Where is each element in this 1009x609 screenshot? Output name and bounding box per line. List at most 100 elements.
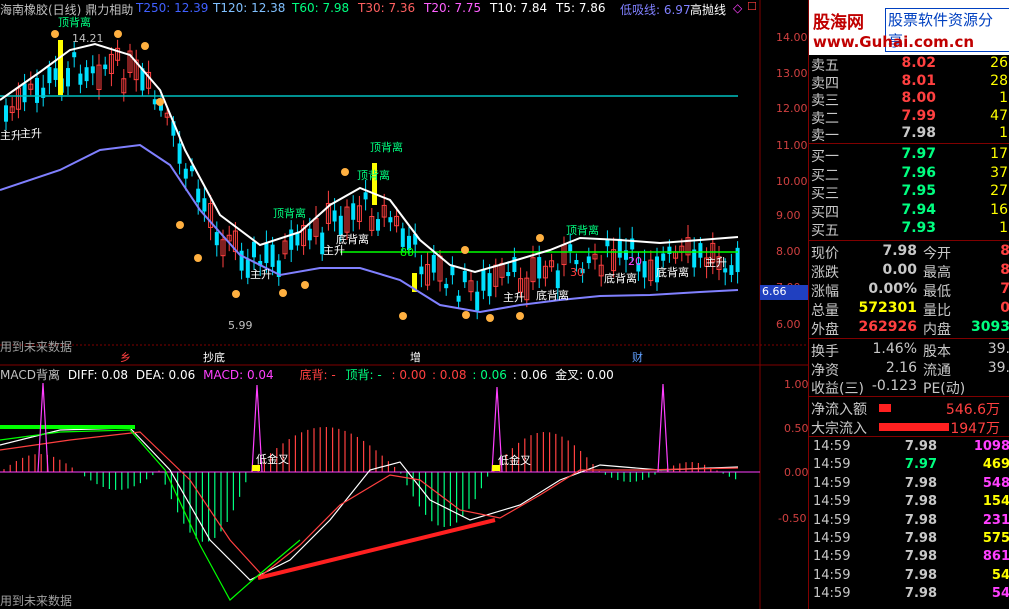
- main-up-label-3: 主升: [250, 268, 272, 281]
- bottom-diverge-label-3: 底背离: [604, 272, 637, 285]
- ask-row[interactable]: 卖三 8.00 1: [809, 90, 1009, 109]
- indicator-name: 鼎力相助: [85, 3, 134, 17]
- macd-value: MACD: 0.04: [203, 368, 274, 382]
- main-up-label-2: 主升: [20, 127, 42, 140]
- hand-icon: [51, 30, 59, 38]
- tick-row[interactable]: 14:59 7.98 861: [809, 549, 1009, 567]
- hand-icon: [516, 312, 524, 320]
- candle-body: [177, 143, 182, 164]
- kline-chart-area[interactable]: 海南橡胶(日线) 鼎力相助 T250: 12.39 T120: 12.38 T6…: [0, 0, 808, 609]
- hand-icon: [141, 42, 149, 50]
- macd-histogram: [3, 427, 737, 542]
- candle-body: [661, 253, 666, 261]
- stat2-value: -0.123: [871, 378, 917, 394]
- candle-body: [351, 203, 356, 220]
- tick-price: 7.98: [904, 549, 937, 565]
- ask-volume: 1: [999, 90, 1008, 107]
- candle-body: [22, 83, 27, 103]
- price-tick-6: 6.00: [776, 318, 801, 331]
- candle-body: [481, 269, 486, 291]
- tick-volume: 154: [982, 494, 1009, 510]
- bid-price: 7.97: [901, 146, 936, 162]
- tick-time: 14:59: [813, 439, 851, 454]
- macd-v2: : 0.08: [431, 368, 467, 382]
- top-diverge-label-3: 顶背离: [357, 169, 390, 182]
- tick-row[interactable]: 14:59 7.97 469: [809, 457, 1009, 475]
- bid-row[interactable]: 买三 7.95 27: [809, 183, 1009, 202]
- stat-value-2: 3093: [971, 319, 1009, 335]
- candle-body: [307, 228, 312, 241]
- candle-body: [332, 210, 337, 222]
- macd-top: 顶背: -: [345, 368, 382, 382]
- stat2-value-2: 39.: [987, 359, 1009, 376]
- candle-body: [4, 105, 8, 122]
- hand-icon: [399, 312, 407, 320]
- stat-value: 7.98: [882, 243, 917, 259]
- stat-value: 572301: [858, 300, 917, 316]
- hand-icon: [301, 281, 309, 289]
- flow-label: 净流入额: [811, 402, 867, 418]
- bid-label: 买五: [811, 223, 839, 240]
- tick-volume: 1098: [973, 439, 1009, 454]
- candle-body: [270, 244, 275, 267]
- future-data-note-1: 用到未来数据: [0, 340, 73, 354]
- bid-volume: 16: [990, 201, 1008, 218]
- header-flag-icon[interactable]: ☐: [747, 0, 757, 13]
- header-diamond-icon[interactable]: ◇: [733, 1, 742, 15]
- ask-row[interactable]: 卖五 8.02 26: [809, 55, 1009, 74]
- tick-row[interactable]: 14:59 7.98 1098: [809, 439, 1009, 457]
- level-30-label: 30: [570, 266, 584, 279]
- ask-row[interactable]: 卖二 7.99 47: [809, 108, 1009, 127]
- candle-body: [698, 243, 703, 258]
- tick-row[interactable]: 14:59 7.98 54: [809, 586, 1009, 604]
- tick-row[interactable]: 14:59 7.98 54: [809, 568, 1009, 586]
- flow-label: 大宗流入: [811, 421, 867, 437]
- low-golden-marker-1: [252, 465, 260, 471]
- quote-panel: 股海网 股票软件资源分享 www.Guhai.com.cn 卖五 8.02 26 卖四…: [808, 0, 1009, 609]
- stat-label: 外盘: [811, 322, 839, 338]
- bid-price: 7.95: [901, 183, 936, 200]
- candle-body: [103, 64, 108, 70]
- stat-label-2: 内盘: [923, 322, 951, 338]
- candle-body: [617, 238, 622, 258]
- t10-value: T10: 7.84: [490, 1, 548, 15]
- bid-volume: 17: [990, 146, 1008, 162]
- tick-row[interactable]: 14:59 7.98 231: [809, 513, 1009, 531]
- ask-volume: 26: [990, 55, 1008, 71]
- bid-row[interactable]: 买二 7.96 37: [809, 165, 1009, 184]
- tick-row[interactable]: 14:59 7.98 154: [809, 494, 1009, 512]
- bid-row[interactable]: 买五 7.93 1: [809, 220, 1009, 240]
- tick-row[interactable]: 14:59 7.98 548: [809, 476, 1009, 494]
- stat-label: 现价: [811, 246, 839, 262]
- kline-chart[interactable]: [0, 0, 808, 609]
- tick-row[interactable]: 14:59 7.98 575: [809, 531, 1009, 549]
- top-diverge-label-2: 顶背离: [370, 141, 403, 154]
- stat-value: 0.00%: [868, 281, 917, 297]
- stat-value-2: 8: [1000, 243, 1009, 259]
- ask-row[interactable]: 卖四 8.01 28: [809, 73, 1009, 92]
- ask-row[interactable]: 卖一 7.98 1: [809, 125, 1009, 144]
- white-ma-line: [0, 42, 739, 274]
- current-price-tag: 6.66: [760, 285, 808, 300]
- tick-volume: 469: [982, 457, 1009, 473]
- main-up-label-6: 主升: [705, 256, 727, 269]
- low-golden-label-1: 低金叉: [256, 453, 289, 466]
- tick-price: 7.98: [904, 567, 937, 583]
- tick-time: 14:59: [813, 531, 851, 546]
- hand-icon: [176, 221, 184, 229]
- bid-row[interactable]: 买四 7.94 16: [809, 201, 1009, 221]
- candle-body: [444, 283, 449, 289]
- macd-golden: 金叉: 0.00: [555, 368, 614, 382]
- candle-body: [506, 272, 511, 277]
- flow-row: 大宗流入 1947万: [809, 418, 1009, 437]
- stat-label-2: 量比: [923, 303, 951, 319]
- candle-body: [214, 232, 219, 246]
- macd-tick-0: 0.00: [784, 466, 808, 479]
- hand-icon: [156, 98, 164, 106]
- high-price-mark: 14.21: [72, 32, 104, 45]
- low-golden-marker-2: [492, 465, 500, 471]
- bid-row[interactable]: 买一 7.97 17: [809, 146, 1009, 165]
- price-tick-9: 9.00: [776, 209, 801, 222]
- macd-title: MACD背离: [0, 368, 60, 382]
- stat-row: 涨幅 0.00% 最低 7: [809, 281, 1009, 300]
